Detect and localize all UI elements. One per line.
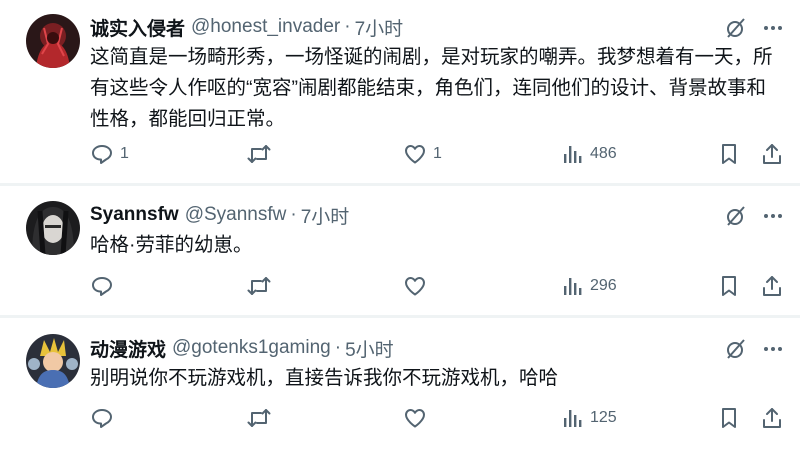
timestamp[interactable]: 7小时 <box>301 202 350 229</box>
view-count: 125 <box>590 409 617 426</box>
like-count: 1 <box>433 145 442 162</box>
timestamp[interactable]: 5小时 <box>345 335 394 362</box>
more-icon[interactable] <box>762 17 784 39</box>
display-name[interactable]: Syannsfw <box>90 204 179 226</box>
views-icon <box>562 274 584 298</box>
tweet-top-actions <box>724 16 784 40</box>
like-button[interactable] <box>403 405 433 431</box>
grok-icon[interactable] <box>724 204 748 228</box>
user-handle[interactable]: @gotenks1gaming <box>172 337 331 359</box>
bookmark-icon <box>718 274 740 298</box>
views-icon <box>562 142 584 166</box>
grok-icon[interactable] <box>724 16 748 40</box>
tweet-text: 这简直是一场畸形秀，一场怪诞的闹剧，是对玩家的嘲弄。我梦想着有一天，所有这些令人… <box>90 46 773 130</box>
like-button[interactable] <box>403 273 433 299</box>
reply-count: 1 <box>120 145 129 162</box>
bookmark-button[interactable] <box>718 141 740 167</box>
retweet-icon <box>246 406 272 430</box>
share-icon <box>760 406 784 430</box>
reply-icon <box>90 406 114 430</box>
tweet-header: 诚实入侵者 @honest_invader · 7小时 <box>90 14 403 40</box>
separator-dot: · <box>344 16 351 37</box>
tweet-actions: 296 <box>90 273 784 299</box>
retweet-button[interactable] <box>246 141 278 167</box>
share-icon <box>760 274 784 298</box>
tweet-top-actions <box>724 337 784 361</box>
views-icon <box>562 406 584 430</box>
tweet-text: 哈格·劳菲的幼崽。 <box>90 234 253 256</box>
display-name[interactable]: 动漫游戏 <box>90 335 166 362</box>
view-count: 486 <box>590 145 617 162</box>
heart-icon <box>403 142 427 166</box>
tweet[interactable]: 诚实入侵者 @honest_invader · 7小时 这简直是一场畸形秀，一场… <box>0 0 800 184</box>
avatar[interactable] <box>26 334 80 388</box>
heart-icon <box>403 406 427 430</box>
share-button[interactable] <box>760 273 784 299</box>
user-handle[interactable]: @Syannsfw <box>185 204 287 226</box>
retweet-icon <box>246 274 272 298</box>
reply-button[interactable]: 1 <box>90 141 129 167</box>
retweet-button[interactable] <box>246 273 278 299</box>
views-button[interactable]: 125 <box>562 405 617 431</box>
retweet-icon <box>246 142 272 166</box>
display-name[interactable]: 诚实入侵者 <box>90 14 185 41</box>
tweet-feed: 诚实入侵者 @honest_invader · 7小时 这简直是一场畸形秀，一场… <box>0 0 800 456</box>
tweet-actions: 125 <box>90 405 784 431</box>
more-icon[interactable] <box>762 338 784 360</box>
tweet-actions: 1 1 486 <box>90 141 784 167</box>
tweet-text: 别明说你不玩游戏机，直接告诉我你不玩游戏机，哈哈 <box>90 367 559 389</box>
bookmark-icon <box>718 142 740 166</box>
like-button[interactable]: 1 <box>403 141 442 167</box>
share-icon <box>760 142 784 166</box>
views-button[interactable]: 486 <box>562 141 617 167</box>
separator-dot: · <box>290 204 297 225</box>
reply-icon <box>90 142 114 166</box>
reply-button[interactable] <box>90 405 120 431</box>
separator-dot: · <box>334 337 342 358</box>
share-button[interactable] <box>760 405 784 431</box>
timestamp[interactable]: 7小时 <box>355 14 404 41</box>
reply-button[interactable] <box>90 273 120 299</box>
bookmark-button[interactable] <box>718 405 740 431</box>
avatar[interactable] <box>26 201 80 255</box>
bookmark-icon <box>718 406 740 430</box>
reply-icon <box>90 274 114 298</box>
tweet-header: 动漫游戏 @gotenks1gaming · 5小时 <box>90 335 394 361</box>
share-button[interactable] <box>760 141 784 167</box>
tweet-header: Syannsfw @Syannsfw · 7小时 <box>90 202 349 228</box>
view-count: 296 <box>590 277 617 294</box>
heart-icon <box>403 274 427 298</box>
grok-icon[interactable] <box>724 337 748 361</box>
bookmark-button[interactable] <box>718 273 740 299</box>
more-icon[interactable] <box>762 205 784 227</box>
views-button[interactable]: 296 <box>562 273 617 299</box>
tweet-top-actions <box>724 204 784 228</box>
retweet-button[interactable] <box>246 405 278 431</box>
user-handle[interactable]: @honest_invader <box>191 16 340 38</box>
avatar[interactable] <box>26 14 80 68</box>
tweet[interactable]: Syannsfw @Syannsfw · 7小时 哈格·劳菲的幼崽。 296 <box>0 186 800 316</box>
tweet[interactable]: 动漫游戏 @gotenks1gaming · 5小时 别明说你不玩游戏机，直接告… <box>0 318 800 456</box>
